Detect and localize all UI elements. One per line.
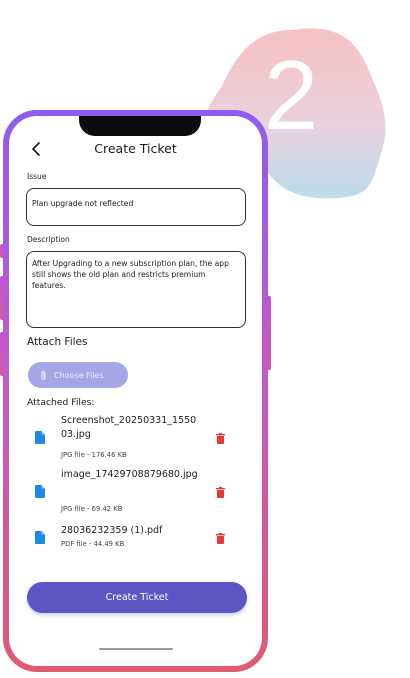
attached-file-item: Screenshot_20250331_155003.jpg JPG file … — [35, 414, 245, 462]
trash-icon[interactable] — [216, 487, 225, 498]
trash-icon[interactable] — [216, 433, 225, 444]
attached-file-item: 28036232359 (1).pdf PDF file - 44.49 KB — [35, 524, 245, 558]
description-field[interactable]: After Upgrading to a new subscription pl… — [26, 251, 246, 328]
phone-notch — [79, 116, 201, 136]
page-title: Create Ticket — [94, 141, 177, 156]
attached-file-item: image_17429708879680.jpg JPG file - 69.4… — [35, 468, 245, 516]
file-icon — [35, 485, 45, 498]
issue-field[interactable]: Plan upgrade not reflected — [26, 188, 246, 226]
trash-icon[interactable] — [216, 533, 225, 544]
home-indicator[interactable] — [99, 648, 173, 650]
file-name: 28036232359 (1).pdf — [61, 525, 163, 536]
file-meta: JPG file - 176.46 KB — [61, 451, 127, 459]
choose-files-label: Choose Files — [54, 370, 104, 380]
phone-frame: Create Ticket Issue Plan upgrade not ref… — [3, 110, 268, 672]
paperclip-icon — [40, 370, 47, 381]
issue-label: Issue — [27, 172, 47, 181]
file-meta: JPG file - 69.42 KB — [61, 505, 123, 513]
file-name: image_17429708879680.jpg — [61, 469, 198, 480]
attach-files-heading: Attach Files — [27, 336, 88, 348]
create-ticket-button[interactable]: Create Ticket — [27, 582, 247, 613]
file-meta: PDF file - 44.49 KB — [61, 540, 125, 548]
choose-files-button[interactable]: Choose Files — [28, 362, 128, 388]
file-icon — [35, 431, 45, 444]
file-name: Screenshot_20250331_155003.jpg — [61, 415, 197, 440]
app-screen: Create Ticket Issue Plan upgrade not ref… — [9, 116, 262, 666]
description-label: Description — [27, 235, 70, 244]
app-header: Create Ticket — [9, 138, 262, 162]
attached-files-heading: Attached Files: — [27, 397, 95, 408]
file-icon — [35, 531, 45, 544]
